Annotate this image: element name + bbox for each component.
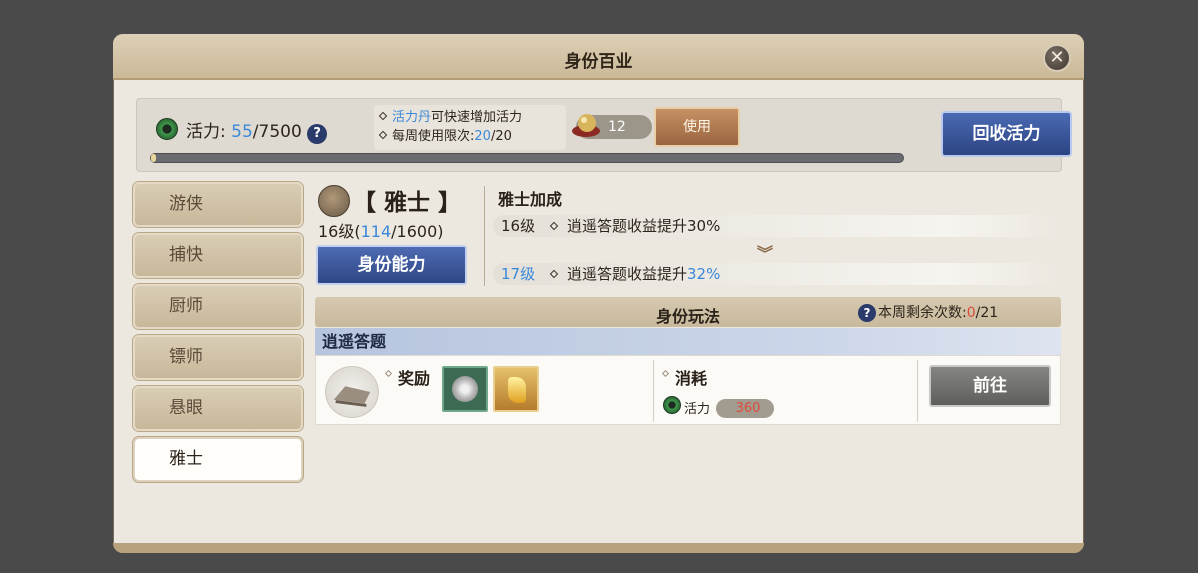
exp-current: 114	[360, 222, 392, 241]
activity-card: 奖励 消耗 活力 360 前往	[315, 355, 1061, 425]
tip-line1: 可快速增加活力	[431, 110, 523, 125]
sidebar-item[interactable]: 厨师	[133, 284, 303, 329]
bonus-next-row: 17级 逍遥答题收益提升32%	[493, 263, 1060, 285]
bullet-icon	[549, 269, 559, 279]
bullet-icon	[378, 111, 388, 121]
bonus-current-text: 逍遥答题收益提升30%	[567, 217, 721, 235]
exp-max: /1600)	[391, 222, 444, 241]
cost-value: 360	[716, 399, 774, 418]
reward-label: 奖励	[398, 369, 431, 388]
divider	[484, 186, 485, 286]
help-icon[interactable]: ?	[307, 124, 328, 144]
stamina-progress-fill	[151, 154, 157, 162]
sidebar-item[interactable]: 捕快	[133, 233, 303, 278]
title-bar: 身份百业 ✕	[113, 34, 1084, 80]
bonus-next-text: 逍遥答题收益提升	[567, 265, 688, 283]
gold-gem-reward-icon[interactable]	[493, 366, 539, 412]
stamina-readout: 活力: 55/7500 ?	[186, 117, 328, 144]
coin-reward-icon[interactable]	[442, 366, 488, 412]
stamina-max: /7500	[252, 122, 302, 142]
scroll-icon	[325, 366, 379, 418]
stamina-panel: 活力: 55/7500 ? 活力丹可快速增加活力 每周使用限次:20/20 12…	[136, 98, 1072, 172]
bullet-icon	[661, 369, 670, 378]
weekly-remaining: ? 本周剩余次数:0/21	[858, 302, 998, 322]
stamina-jade-icon	[663, 396, 681, 414]
stamina-tips: 活力丹可快速增加活力 每周使用限次:20/20	[374, 105, 566, 150]
bottom-border	[113, 543, 1084, 553]
tip-item-name: 活力丹	[392, 110, 432, 125]
gameplay-header: 身份玩法 ? 本周剩余次数:0/21	[315, 297, 1061, 327]
activity-name: 逍遥答题	[315, 328, 1061, 355]
bonus-title: 雅士加成	[498, 190, 563, 209]
bonus-current-row: 16级 逍遥答题收益提升30%	[493, 215, 1060, 237]
stamina-jade-icon	[156, 118, 178, 140]
bonus-current-level: 16级	[501, 217, 536, 235]
help-icon[interactable]: ?	[858, 304, 876, 322]
weekly-max: /21	[975, 305, 999, 321]
chevron-down-icon: ︾	[757, 244, 774, 263]
brush-icon	[318, 185, 350, 217]
stamina-current: 55	[231, 122, 253, 142]
weekly-label: 本周剩余次数:	[878, 305, 967, 321]
divider	[653, 360, 654, 422]
bonus-next-level: 17级	[501, 265, 536, 283]
stamina-progress-bar	[150, 153, 904, 163]
bullet-icon	[549, 221, 559, 231]
identity-ability-button[interactable]: 身份能力	[316, 245, 467, 285]
weekly-use-max: /20	[490, 129, 512, 144]
bullet-icon	[384, 369, 393, 378]
identity-window: 身份百业 ✕ 活力: 55/7500 ? 活力丹可快速增加活力 每周使用限次:2…	[113, 34, 1084, 553]
sidebar-item[interactable]: 游侠	[133, 182, 303, 227]
stamina-label: 活力:	[186, 122, 226, 142]
sidebar-item[interactable]: 雅士	[133, 437, 303, 482]
use-item-button[interactable]: 使用	[654, 107, 740, 147]
cost-label: 消耗	[675, 369, 708, 388]
divider	[917, 360, 918, 422]
weekly-use-current: 20	[474, 129, 491, 144]
identity-level: 16级(114/1600)	[318, 218, 444, 242]
bullet-icon	[378, 130, 388, 140]
sidebar-item[interactable]: 镖师	[133, 335, 303, 380]
weekly-current: 0	[966, 305, 976, 321]
window-title: 身份百业	[564, 52, 633, 72]
level-prefix: 16级(	[318, 222, 361, 241]
cost-resource: 活力	[684, 402, 711, 417]
recover-stamina-button[interactable]: 回收活力	[941, 111, 1072, 157]
tip-line2-prefix: 每周使用限次:	[392, 129, 475, 144]
identity-name: 【 雅士 】	[353, 190, 462, 216]
stamina-pill-item-icon	[572, 114, 600, 137]
bonus-next-value: 32%	[687, 265, 721, 283]
close-icon[interactable]: ✕	[1043, 44, 1071, 72]
go-button[interactable]: 前往	[929, 365, 1051, 407]
sidebar-item[interactable]: 悬眼	[133, 386, 303, 431]
